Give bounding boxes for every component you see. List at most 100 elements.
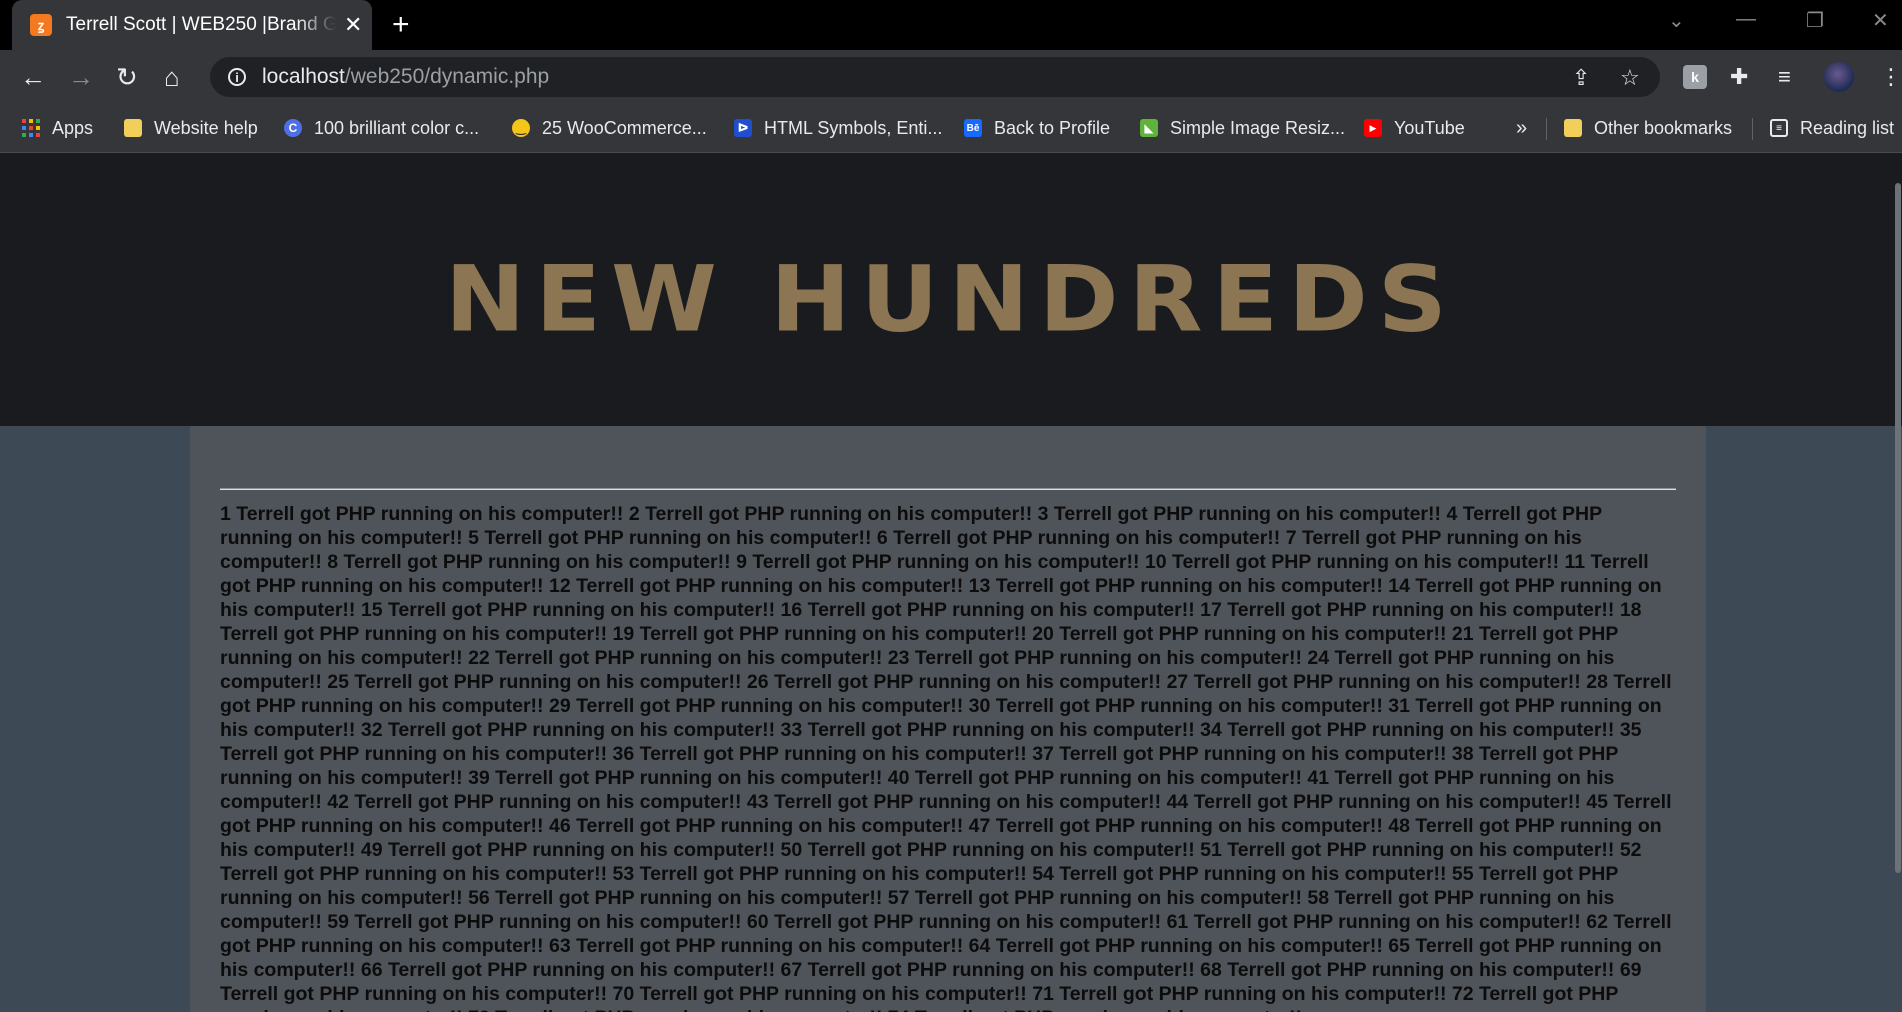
forward-arrow-icon[interactable]: → — [68, 62, 94, 92]
output-line: 15 Terrell got PHP running on his comput… — [360, 599, 781, 621]
output-line: 37 Terrell got PHP running on his comput… — [1032, 743, 1452, 765]
bookmark-other-bookmarks[interactable]: Other bookmarks — [1564, 114, 1732, 142]
output-line: 60 Terrell got PHP running on his comput… — [746, 911, 1167, 933]
output-line: 66 Terrell got PHP running on his comput… — [360, 959, 781, 981]
output-line: 9 Terrell got PHP running on his compute… — [736, 551, 1145, 573]
output-line: 8 Terrell got PHP running on his compute… — [327, 551, 737, 573]
extension-k-icon[interactable]: k — [1683, 65, 1707, 89]
url-text: localhost/web250/dynamic.php — [262, 65, 549, 89]
chevron-down-icon[interactable]: ⌄ — [1668, 8, 1685, 33]
reading-list-icon: ≡ — [1770, 119, 1788, 137]
smiley-icon: ‿ — [512, 119, 530, 137]
output-line: 27 Terrell got PHP running on his comput… — [1166, 671, 1587, 693]
bookmarks-bar: Apps Website help C 100 brilliant color … — [0, 104, 1902, 153]
scrollbar-thumb[interactable] — [1895, 183, 1901, 873]
folder-icon — [1564, 119, 1582, 137]
bookmark-woocommerce[interactable]: ‿ 25 WooCommerce... — [512, 114, 707, 142]
home-icon[interactable]: ⌂ — [164, 62, 180, 92]
bookmark-label: 25 WooCommerce... — [542, 117, 707, 138]
output-line: 47 Terrell got PHP running on his comput… — [968, 815, 1389, 837]
bookmark-color-combos[interactable]: C 100 brilliant color c... — [284, 114, 479, 142]
bookmark-label: Simple Image Resiz... — [1170, 117, 1346, 138]
php-output-text: 1 Terrell got PHP running on his compute… — [220, 502, 1676, 1012]
output-line: 36 Terrell got PHP running on his comput… — [612, 743, 1033, 765]
output-line: 23 Terrell got PHP running on his comput… — [887, 647, 1308, 669]
output-line: 2 Terrell got PHP running on his compute… — [628, 503, 1038, 525]
output-line: 64 Terrell got PHP running on his comput… — [968, 935, 1389, 957]
bookmarks-divider — [1546, 118, 1547, 140]
output-line: 56 Terrell got PHP running on his comput… — [468, 887, 888, 909]
site-title: NEW HUNDREDS — [445, 245, 1457, 352]
output-line: 22 Terrell got PHP running on his comput… — [468, 647, 888, 669]
menu-kebab-icon[interactable]: ⋮ — [1880, 64, 1902, 90]
output-line: 53 Terrell got PHP running on his comput… — [612, 863, 1033, 885]
bookmark-label: Other bookmarks — [1594, 117, 1733, 138]
output-line: 20 Terrell got PHP running on his comput… — [1032, 623, 1452, 645]
output-line: 30 Terrell got PHP running on his comput… — [968, 695, 1389, 717]
output-line: 73 Terrell got PHP running on his comput… — [468, 1007, 888, 1012]
new-tab-icon[interactable]: + — [392, 8, 410, 42]
output-line: 17 Terrell got PHP running on his comput… — [1200, 599, 1620, 621]
browser-tab[interactable]: ꙁ Terrell Scott | WEB250 |Brand Guide ✕ — [12, 0, 372, 50]
bookmarks-overflow-button[interactable]: » — [1516, 114, 1527, 142]
page-viewport[interactable]: NEW HUNDREDS 1 Terrell got PHP running o… — [0, 153, 1902, 1012]
bookmark-apps[interactable]: Apps — [22, 114, 93, 142]
puzzle-extensions-icon[interactable]: ✚ — [1730, 64, 1748, 90]
output-line: 10 Terrell got PHP running on his comput… — [1144, 551, 1565, 573]
bookmark-website-help[interactable]: Website help — [124, 114, 258, 142]
reading-list-label: Reading list — [1800, 117, 1895, 138]
address-bar[interactable]: i localhost/web250/dynamic.php ⇪ ☆ — [210, 57, 1660, 97]
output-line: 3 Terrell got PHP running on his compute… — [1037, 503, 1447, 525]
close-tab-icon[interactable]: ✕ — [344, 12, 362, 38]
scrollbar[interactable] — [1894, 153, 1902, 1012]
bookmark-image-resizer[interactable]: ◣ Simple Image Resiz... — [1140, 114, 1345, 142]
site-header: NEW HUNDREDS — [0, 153, 1902, 426]
toptal-icon: ᐅ — [734, 119, 752, 137]
bookmark-label: HTML Symbols, Enti... — [764, 117, 943, 138]
browser-title-bar: ꙁ Terrell Scott | WEB250 |Brand Guide ✕ … — [0, 0, 1902, 50]
bookmark-label: Apps — [52, 117, 94, 138]
star-icon[interactable]: ☆ — [1620, 65, 1640, 91]
horizontal-rule — [220, 488, 1676, 490]
output-line: 39 Terrell got PHP running on his comput… — [468, 767, 888, 789]
output-line: 50 Terrell got PHP running on his comput… — [780, 839, 1201, 861]
url-host: localhost — [262, 65, 345, 88]
bookmark-youtube[interactable]: ▶ YouTube — [1364, 114, 1465, 142]
share-icon[interactable]: ⇪ — [1572, 65, 1590, 91]
tab-title: Terrell Scott | WEB250 |Brand Guide — [66, 14, 336, 35]
folder-icon — [124, 119, 142, 137]
youtube-icon: ▶ — [1364, 119, 1382, 137]
output-line: 12 Terrell got PHP running on his comput… — [548, 575, 969, 597]
minimize-icon[interactable]: — — [1736, 8, 1756, 31]
reading-list-button[interactable]: ≡ Reading list — [1770, 114, 1894, 142]
restore-icon[interactable]: ❐ — [1806, 8, 1824, 33]
output-line: 63 Terrell got PHP running on his comput… — [548, 935, 969, 957]
output-line: 25 Terrell got PHP running on his comput… — [327, 671, 747, 693]
output-line: 32 Terrell got PHP running on his comput… — [360, 719, 781, 741]
output-line: 74 Terrell got PHP running on his comput… — [888, 1007, 1302, 1012]
output-line: 1 Terrell got PHP running on his compute… — [220, 503, 629, 525]
main-content: 1 Terrell got PHP running on his compute… — [190, 426, 1706, 1012]
output-line: 29 Terrell got PHP running on his comput… — [548, 695, 969, 717]
canva-icon: C — [284, 119, 302, 137]
output-line: 42 Terrell got PHP running on his comput… — [327, 791, 747, 813]
output-line: 16 Terrell got PHP running on his comput… — [780, 599, 1201, 621]
output-line: 61 Terrell got PHP running on his comput… — [1166, 911, 1587, 933]
output-line: 67 Terrell got PHP running on his comput… — [780, 959, 1201, 981]
close-window-icon[interactable]: ✕ — [1872, 8, 1889, 33]
output-line: 71 Terrell got PHP running on his comput… — [1032, 983, 1452, 1005]
info-icon[interactable]: i — [228, 68, 246, 86]
back-arrow-icon[interactable]: ← — [20, 62, 46, 92]
output-line: 54 Terrell got PHP running on his comput… — [1032, 863, 1452, 885]
bookmark-label: Website help — [154, 117, 258, 138]
media-queue-icon[interactable]: ≡ — [1778, 64, 1791, 90]
bookmark-html-symbols[interactable]: ᐅ HTML Symbols, Enti... — [734, 114, 942, 142]
output-line: 46 Terrell got PHP running on his comput… — [548, 815, 969, 837]
bookmark-back-to-profile[interactable]: Bē Back to Profile — [964, 114, 1110, 142]
reload-icon[interactable]: ↻ — [116, 62, 138, 92]
output-line: 49 Terrell got PHP running on his comput… — [360, 839, 781, 861]
profile-avatar[interactable] — [1824, 62, 1854, 92]
output-line: 59 Terrell got PHP running on his comput… — [327, 911, 747, 933]
output-line: 5 Terrell got PHP running on his compute… — [468, 527, 877, 549]
output-line: 26 Terrell got PHP running on his comput… — [746, 671, 1167, 693]
